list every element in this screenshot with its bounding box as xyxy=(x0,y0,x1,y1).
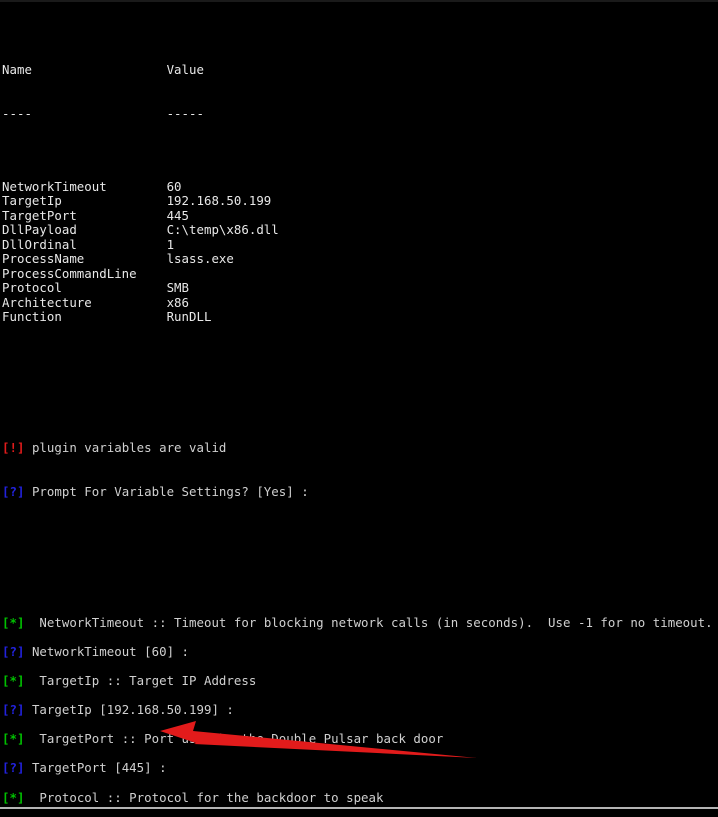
variable-name: TargetPort xyxy=(2,207,167,223)
question-prefix: [?] xyxy=(2,644,25,660)
prompt-description: TargetIp :: Target IP Address xyxy=(39,673,257,689)
prompt-description: Protocol :: Protocol for the backdoor to… xyxy=(39,789,384,805)
prompt-sequence: [*] NetworkTimeout :: Timeout for blocki… xyxy=(0,614,718,817)
variable-name: DllPayload xyxy=(2,222,167,238)
prompt-input-line-network_timeout[interactable]: [?] NetworkTimeout [60] : xyxy=(0,644,718,660)
prompt-label: TargetIp [192.168.50.199] : xyxy=(31,702,234,718)
terminal-window[interactable]: Name Value ---- ----- NetworkTimeout 60 T… xyxy=(0,0,718,817)
variable-name: ProcessCommandLine xyxy=(2,265,167,281)
table-row: TargetPort 445 xyxy=(0,207,718,224)
table-row: Architecture x86 xyxy=(0,294,718,311)
table-row: NetworkTimeout 60 xyxy=(0,178,718,195)
question-prefix: [?] xyxy=(2,760,25,776)
prompt-info-line-network_timeout: [*] NetworkTimeout :: Timeout for blocki… xyxy=(0,614,718,631)
prompt-description: NetworkTimeout :: Timeout for blocking n… xyxy=(39,614,713,630)
variable-value: 60 xyxy=(166,178,182,194)
variable-name: ProcessName xyxy=(2,251,167,267)
variable-name: TargetIp xyxy=(2,193,167,209)
variable-value: lsass.exe xyxy=(166,251,234,267)
table-separator-row: ---- ----- xyxy=(0,105,718,122)
terminal-screen: Name Value ---- ----- NetworkTimeout 60 T… xyxy=(0,5,718,817)
info-prefix: [*] xyxy=(2,673,25,689)
prompt-info-line-protocol: [*] Protocol :: Protocol for the backdoo… xyxy=(0,789,718,806)
variable-value: RunDLL xyxy=(166,309,212,325)
table-header-value: Value xyxy=(166,62,204,78)
variable-name: DllOrdinal xyxy=(2,236,167,252)
question-prefix: [?] xyxy=(2,484,25,500)
variable-value: C:\temp\x86.dll xyxy=(166,222,279,238)
table-row: ProcessCommandLine xyxy=(0,265,718,282)
variables-table: NetworkTimeout 60 TargetIp 192.168.50.199… xyxy=(0,178,718,325)
table-separator-name: ---- xyxy=(2,105,167,121)
prompt-info-line-target_port: [*] TargetPort :: Port used by the Doubl… xyxy=(0,732,718,747)
variable-value: 192.168.50.199 xyxy=(166,193,272,209)
variable-name: Function xyxy=(2,309,167,325)
variable-value: 445 xyxy=(166,207,190,223)
prompt-settings-line[interactable]: [?] Prompt For Variable Settings? [Yes] … xyxy=(0,484,718,500)
variable-value: 1 xyxy=(166,236,175,252)
prompt-settings-text: Prompt For Variable Settings? [Yes] : xyxy=(31,484,309,500)
info-prefix: [*] xyxy=(2,731,25,747)
table-row: TargetIp 192.168.50.199 xyxy=(0,193,718,209)
error-prefix: [!] xyxy=(2,440,25,456)
variable-name: Protocol xyxy=(2,280,167,296)
table-separator-value: ----- xyxy=(166,105,204,121)
plugin-valid-line: [!] plugin variables are valid xyxy=(0,441,718,456)
table-header-row: Name Value xyxy=(0,62,718,78)
table-row: DllOrdinal 1 xyxy=(0,236,718,253)
variable-name: Architecture xyxy=(2,294,167,310)
prompt-input-line-target_ip[interactable]: [?] TargetIp [192.168.50.199] : xyxy=(0,702,718,718)
table-row: ProcessName lsass.exe xyxy=(0,252,718,267)
info-prefix: [*] xyxy=(2,789,25,805)
variable-name: NetworkTimeout xyxy=(2,178,167,194)
plugin-valid-message: plugin variables are valid xyxy=(31,440,227,456)
table-row: Function RunDLL xyxy=(0,310,718,325)
variable-value: x86 xyxy=(166,294,190,310)
table-row: Protocol SMB xyxy=(0,281,718,296)
prompt-description: TargetPort :: Port used by the Double Pu… xyxy=(39,731,444,747)
question-prefix: [?] xyxy=(2,702,25,718)
window-bottom-border[interactable] xyxy=(0,807,718,817)
info-prefix: [*] xyxy=(2,614,25,630)
prompt-input-line-target_port[interactable]: [?] TargetPort [445] : xyxy=(0,761,718,776)
table-row: DllPayload C:\temp\x86.dll xyxy=(0,222,718,238)
prompt-label: TargetPort [445] : xyxy=(31,760,167,776)
table-header-name: Name xyxy=(2,62,167,78)
plugin-valid-text xyxy=(24,440,31,455)
prompt-label: NetworkTimeout [60] : xyxy=(31,644,190,660)
variable-value: SMB xyxy=(166,280,190,296)
prompt-info-line-target_ip: [*] TargetIp :: Target IP Address xyxy=(0,673,718,689)
